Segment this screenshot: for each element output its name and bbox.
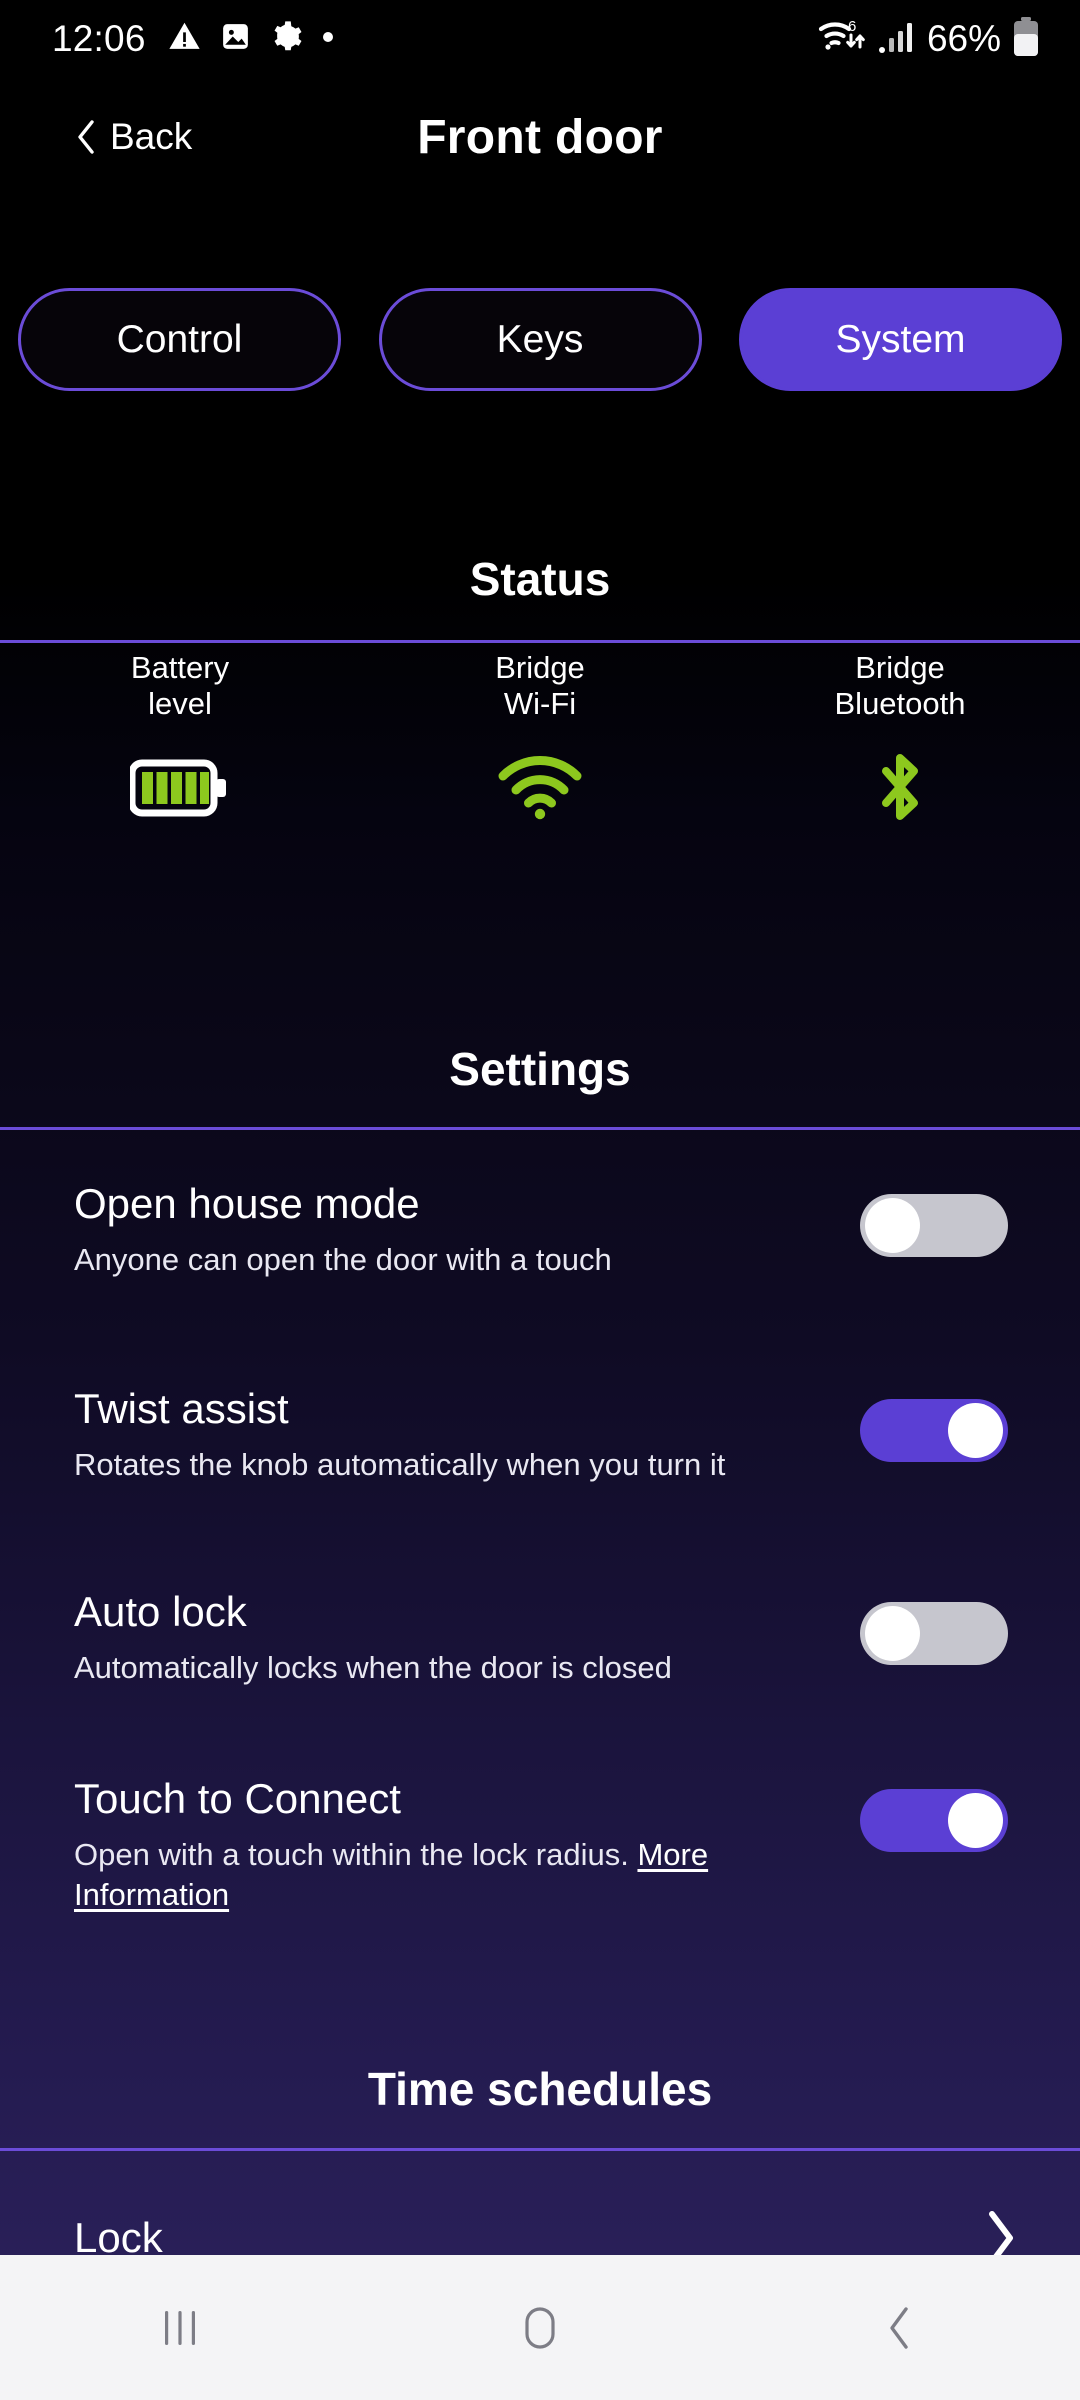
svg-text:6: 6 [848,18,856,35]
home-icon [525,2306,555,2349]
setting-row-touch-to-connect[interactable]: Touch to Connect Open with a touch withi… [0,1775,1080,1914]
battery-icon [1012,16,1040,62]
setting-row-auto-lock[interactable]: Auto lock Automatically locks when the d… [0,1588,1080,1688]
image-icon [219,20,252,58]
toggle-open-house-mode[interactable] [860,1194,1008,1257]
warning-triangle-icon [168,20,201,58]
setting-row-twist-assist[interactable]: Twist assist Rotates the knob automatica… [0,1385,1080,1485]
toggle-touch-to-connect[interactable] [860,1789,1008,1852]
setting-text-open-house-mode: Open house mode Anyone can open the door… [74,1180,860,1280]
status-bar-battery-percent: 66% [926,18,1001,59]
wifi6-data-icon: 6 [818,16,868,63]
setting-title-open-house-mode: Open house mode [74,1180,420,1227]
toggle-twist-assist[interactable] [860,1399,1008,1462]
app-header: Front door Back [0,78,1080,196]
gear-icon [270,20,303,58]
back-nav-button[interactable] [825,2278,975,2378]
status-section-heading: Status [469,553,611,605]
home-button[interactable] [465,2278,615,2378]
toggle-knob [948,1793,1003,1848]
status-item-wifi-label: Bridge Wi-Fi [495,650,585,721]
tab-keys[interactable]: Keys [378,288,702,391]
tab-keys-label: Keys [496,317,584,361]
status-bar-clock: 12:06 [52,18,146,59]
schedules-section-divider [0,2148,1080,2151]
setting-subtitle-auto-lock: Automatically locks when the door is clo… [74,1650,672,1686]
toggle-knob [865,1606,920,1661]
setting-text-touch-to-connect: Touch to Connect Open with a touch withi… [74,1775,860,1914]
status-item-bluetooth-label: Bridge Bluetooth [834,650,966,721]
tab-control-label: Control [116,317,243,361]
status-item-bridge-bluetooth: Bridge Bluetooth [720,650,1080,824]
dot-icon [321,30,335,49]
cellular-signal-icon [878,20,916,59]
bluetooth-icon [870,752,930,824]
android-navigation-bar [0,2255,1080,2400]
system-status-bar: 12:06 6 66% [0,0,1080,78]
back-icon [890,2306,908,2349]
setting-subtitle-twist-assist: Rotates the knob automatically when you … [74,1447,726,1483]
setting-title-auto-lock: Auto lock [74,1588,247,1635]
tab-control[interactable]: Control [18,288,341,391]
setting-text-auto-lock: Auto lock Automatically locks when the d… [74,1588,860,1688]
page-title: Front door [417,110,663,164]
tab-system-label: System [835,317,966,361]
status-bar-notification-icons [168,20,335,58]
tab-system[interactable]: System [739,288,1062,391]
setting-subtitle-text: Open with a touch within the lock radius… [74,1837,638,1873]
toggle-knob [865,1198,920,1253]
schedules-section-heading: Time schedules [367,2063,713,2115]
status-item-battery-label: Battery level [130,650,230,721]
status-section-divider [0,640,1080,643]
settings-section-divider [0,1127,1080,1130]
settings-section-heading: Settings [449,1043,631,1095]
setting-title-twist-assist: Twist assist [74,1385,289,1432]
status-item-bridge-wifi: Bridge Wi-Fi [360,650,720,824]
recents-icon [165,2310,195,2345]
setting-row-open-house-mode[interactable]: Open house mode Anyone can open the door… [0,1180,1080,1280]
setting-subtitle-touch-to-connect: Open with a touch within the lock radius… [74,1835,840,1914]
app-screen: 12:06 6 66% Front door Back Control Keys… [0,0,1080,2400]
tab-bar: Control Keys System [0,288,1080,393]
toggle-auto-lock[interactable] [860,1602,1008,1665]
recents-button[interactable] [105,2278,255,2378]
status-bar-system-icons: 6 66% [818,16,1040,63]
status-item-battery-level: Battery level [0,650,360,824]
battery-full-icon [130,752,230,824]
setting-subtitle-open-house-mode: Anyone can open the door with a touch [74,1242,612,1278]
wifi-icon [497,752,583,824]
toggle-knob [948,1403,1003,1458]
setting-text-twist-assist: Twist assist Rotates the knob automatica… [74,1385,860,1485]
status-grid: Battery level Bridge Wi-Fi Bridge Blueto… [0,650,1080,824]
setting-title-touch-to-connect: Touch to Connect [74,1775,401,1822]
